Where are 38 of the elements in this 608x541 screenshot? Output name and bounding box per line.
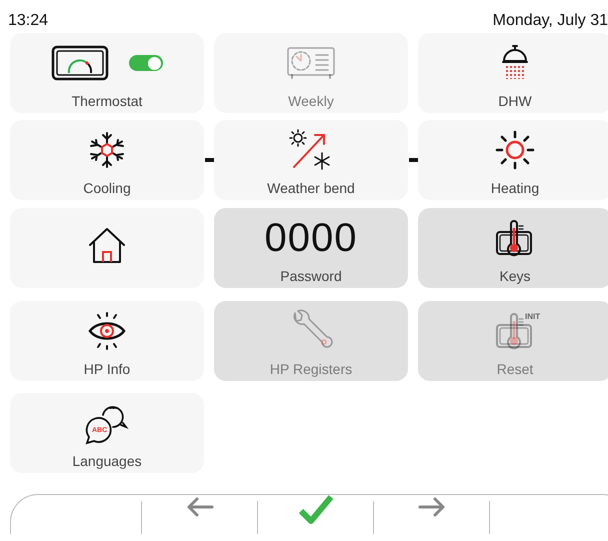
eye-icon [87, 311, 127, 351]
left-arrow-icon [184, 495, 214, 519]
home-tile[interactable] [10, 208, 204, 288]
tile-label: Heating [490, 180, 540, 196]
tile-label: Weekly [288, 93, 334, 109]
back-button[interactable] [184, 495, 214, 519]
menu-tile[interactable]: DHW [418, 33, 608, 113]
menu-tile[interactable]: 0000 Password [214, 208, 408, 288]
init-label: INIT [525, 312, 540, 321]
toggle-switch[interactable] [129, 55, 163, 71]
tile-label: DHW [498, 93, 532, 109]
menu-tile[interactable]: Keys [418, 208, 608, 288]
right-arrow-icon [416, 495, 446, 519]
date-text: Monday, July 31 [492, 12, 608, 31]
sun-icon [495, 130, 535, 170]
menu-tile[interactable]: Heating [418, 120, 608, 200]
tile-label: Keys [499, 268, 531, 284]
forward-button[interactable] [416, 495, 446, 519]
tile-label: Reset [496, 361, 534, 377]
menu-tile[interactable]: Cooling [10, 120, 204, 200]
tile-label: Weather bend [267, 180, 355, 196]
house-icon [87, 226, 127, 266]
clock-time: 13:24 [8, 12, 48, 31]
confirm-button[interactable] [298, 495, 332, 525]
password-code: 0000 [264, 218, 358, 258]
menu-tile[interactable]: Weather bend [214, 120, 408, 200]
tile-label: HP Info [84, 361, 130, 377]
tile-label: HP Registers [270, 361, 352, 377]
clock-unit-icon [286, 46, 336, 80]
snowflake-icon [88, 131, 126, 169]
tile-label: Languages [72, 453, 142, 469]
check-icon [298, 495, 332, 525]
menu-tile[interactable]: HP Info [10, 301, 204, 381]
menu-tile[interactable]: Thermostat [10, 33, 204, 113]
tile-label: Cooling [83, 180, 131, 196]
thermostat-icon [51, 45, 109, 81]
tile-label: Password [280, 268, 342, 284]
tile-label: Thermostat [72, 93, 142, 109]
